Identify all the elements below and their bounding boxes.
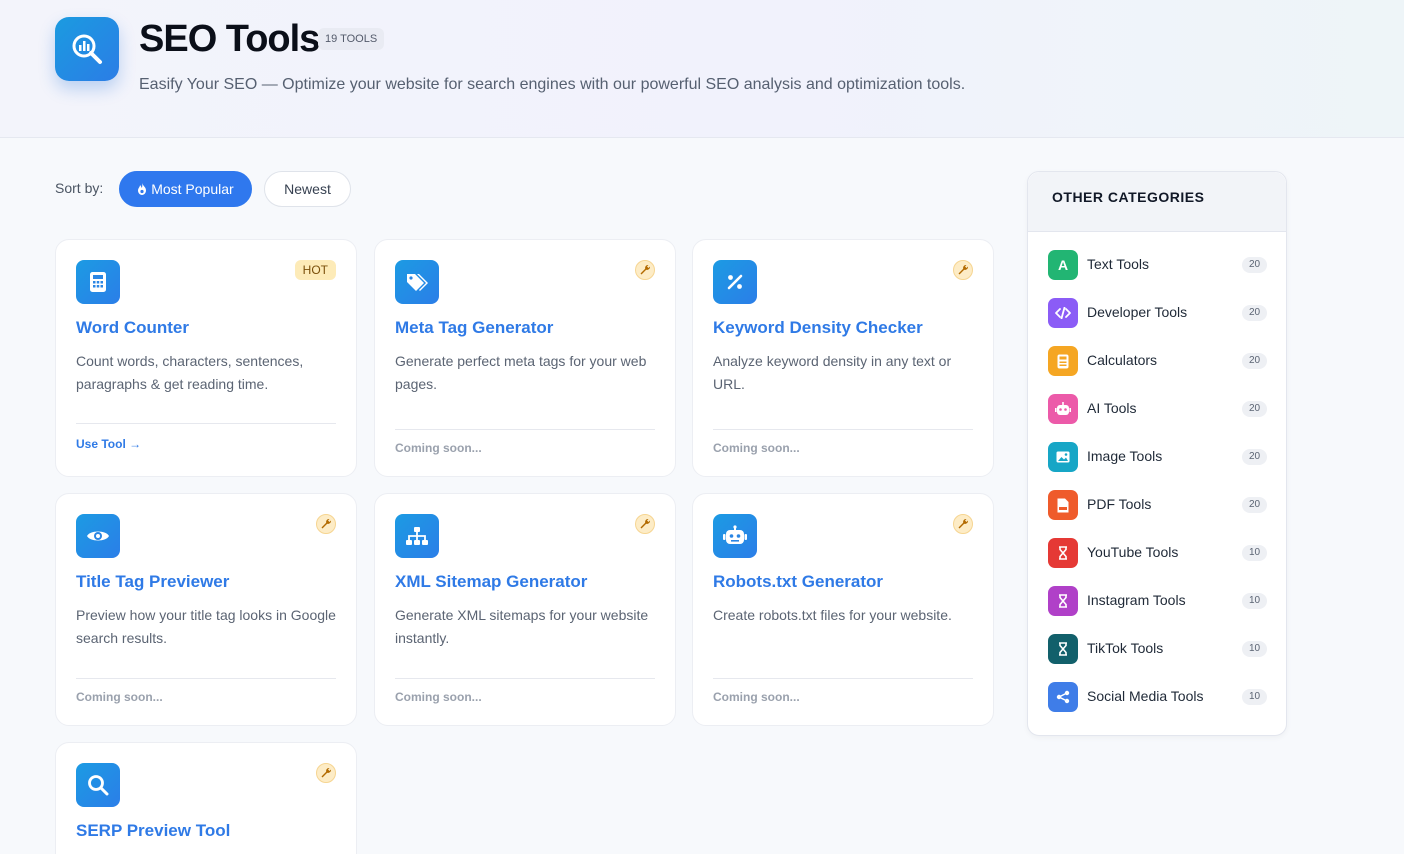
category-count: 20 [1242, 305, 1267, 321]
tool-card-title-tag-previewer[interactable]: Title Tag Previewer Preview how your tit… [55, 493, 357, 726]
hourglass-icon [1048, 586, 1078, 616]
tool-card-xml-sitemap-generator[interactable]: XML Sitemap Generator Generate XML sitem… [374, 493, 676, 726]
tool-card-keyword-density-checker[interactable]: Keyword Density Checker Analyze keyword … [692, 239, 994, 477]
category-label: Text Tools [1087, 256, 1149, 272]
category-label: Image Tools [1087, 448, 1163, 464]
wrench-icon [635, 260, 655, 280]
tool-card-robots-txt-generator[interactable]: Robots.txt Generator Create robots.txt f… [692, 493, 994, 726]
tool-title[interactable]: Robots.txt Generator [713, 572, 883, 592]
share-icon [1048, 682, 1078, 712]
category-label: Social Media Tools [1087, 688, 1204, 704]
card-divider [76, 423, 336, 424]
category-youtube-tools[interactable]: YouTube Tools 10 [1048, 538, 1267, 570]
other-categories-panel: OTHER CATEGORIES A Text Tools 20 Develop… [1027, 171, 1287, 736]
wrench-icon [953, 260, 973, 280]
page-title: SEO Tools [139, 18, 320, 60]
tool-title[interactable]: Keyword Density Checker [713, 318, 923, 338]
sidebar-heading: OTHER CATEGORIES [1028, 172, 1286, 232]
tool-description: Count words, characters, sentences, para… [76, 353, 304, 392]
category-instagram-tools[interactable]: Instagram Tools 10 [1048, 586, 1267, 618]
category-count: 20 [1242, 353, 1267, 369]
robot-icon [713, 514, 757, 558]
tool-description: Generate XML sitemaps for your website i… [395, 607, 649, 646]
page-header: SEO Tools 19 TOOLS Easify Your SEO — Opt… [0, 0, 1404, 138]
category-image-tools[interactable]: Image Tools 20 [1048, 442, 1267, 474]
tool-title[interactable]: Word Counter [76, 318, 189, 338]
sort-most-popular-label: Most Popular [151, 181, 234, 197]
category-calculators[interactable]: Calculators 20 [1048, 346, 1267, 378]
tool-title[interactable]: XML Sitemap Generator [395, 572, 587, 592]
tool-title[interactable]: Title Tag Previewer [76, 572, 229, 592]
calculator-icon [1048, 346, 1078, 376]
category-count: 10 [1242, 641, 1267, 657]
sort-newest-button[interactable]: Newest [264, 171, 351, 207]
category-pdf-tools[interactable]: PDF Tools 20 [1048, 490, 1267, 522]
hourglass-icon [1048, 634, 1078, 664]
category-label: Instagram Tools [1087, 592, 1186, 608]
coming-soon-label: Coming soon... [76, 690, 163, 704]
card-divider [395, 429, 655, 430]
category-count: 20 [1242, 257, 1267, 273]
wrench-icon [953, 514, 973, 534]
search-icon [76, 763, 120, 807]
category-label: Developer Tools [1087, 304, 1188, 320]
tool-count-badge: 19 TOOLS [318, 28, 385, 50]
pdf-icon [1048, 490, 1078, 520]
wrench-icon [316, 763, 336, 783]
card-divider [713, 429, 973, 430]
calculator-icon [76, 260, 120, 304]
hourglass-icon [1048, 538, 1078, 568]
card-divider [395, 678, 655, 679]
tool-card-word-counter[interactable]: HOT Word Counter Count words, characters… [55, 239, 357, 477]
percent-icon [713, 260, 757, 304]
coming-soon-label: Coming soon... [713, 690, 800, 704]
category-text-tools[interactable]: A Text Tools 20 [1048, 250, 1267, 282]
category-label: PDF Tools [1087, 496, 1152, 512]
coming-soon-label: Coming soon... [713, 441, 800, 455]
tool-card-serp-preview-tool[interactable]: SERP Preview Tool [55, 742, 357, 854]
tool-title[interactable]: Meta Tag Generator [395, 318, 553, 338]
coming-soon-label: Coming soon... [395, 690, 482, 704]
sort-most-popular-button[interactable]: Most Popular [119, 171, 252, 207]
sort-label: Sort by: [55, 180, 104, 196]
category-count: 10 [1242, 689, 1267, 705]
category-count: 20 [1242, 497, 1267, 513]
use-tool-link[interactable]: Use Tool → [76, 437, 141, 451]
code-icon [1048, 298, 1078, 328]
hot-badge: HOT [294, 260, 336, 280]
category-developer-tools[interactable]: Developer Tools 20 [1048, 298, 1267, 330]
category-label: Calculators [1087, 352, 1158, 368]
category-label: AI Tools [1087, 400, 1137, 416]
sitemap-icon [395, 514, 439, 558]
tool-card-meta-tag-generator[interactable]: Meta Tag Generator Generate perfect meta… [374, 239, 676, 477]
wrench-icon [316, 514, 336, 534]
flame-icon [137, 173, 147, 195]
tool-title[interactable]: SERP Preview Tool [76, 821, 230, 841]
wrench-icon [635, 514, 655, 534]
page-subtitle: Easify Your SEO — Optimize your website … [139, 76, 966, 93]
tool-description: Analyze keyword density in any text or U… [713, 353, 952, 392]
letter-a-icon: A [1048, 250, 1078, 280]
category-social-media-tools[interactable]: Social Media Tools 10 [1048, 682, 1267, 714]
search-chart-icon [55, 17, 119, 81]
card-divider [713, 678, 973, 679]
tool-description: Generate perfect meta tags for your web … [395, 353, 647, 392]
image-icon [1048, 442, 1078, 472]
card-divider [76, 678, 336, 679]
eye-icon [76, 514, 120, 558]
category-label: TikTok Tools [1087, 640, 1164, 656]
robot-icon [1048, 394, 1078, 424]
category-ai-tools[interactable]: AI Tools 20 [1048, 394, 1267, 426]
tool-description: Preview how your title tag looks in Goog… [76, 607, 336, 646]
tool-description: Create robots.txt files for your website… [713, 607, 952, 623]
tags-icon [395, 260, 439, 304]
category-tiktok-tools[interactable]: TikTok Tools 10 [1048, 634, 1267, 666]
category-count: 20 [1242, 449, 1267, 465]
category-label: YouTube Tools [1087, 544, 1179, 560]
category-count: 20 [1242, 401, 1267, 417]
category-count: 10 [1242, 545, 1267, 561]
coming-soon-label: Coming soon... [395, 441, 482, 455]
category-count: 10 [1242, 593, 1267, 609]
